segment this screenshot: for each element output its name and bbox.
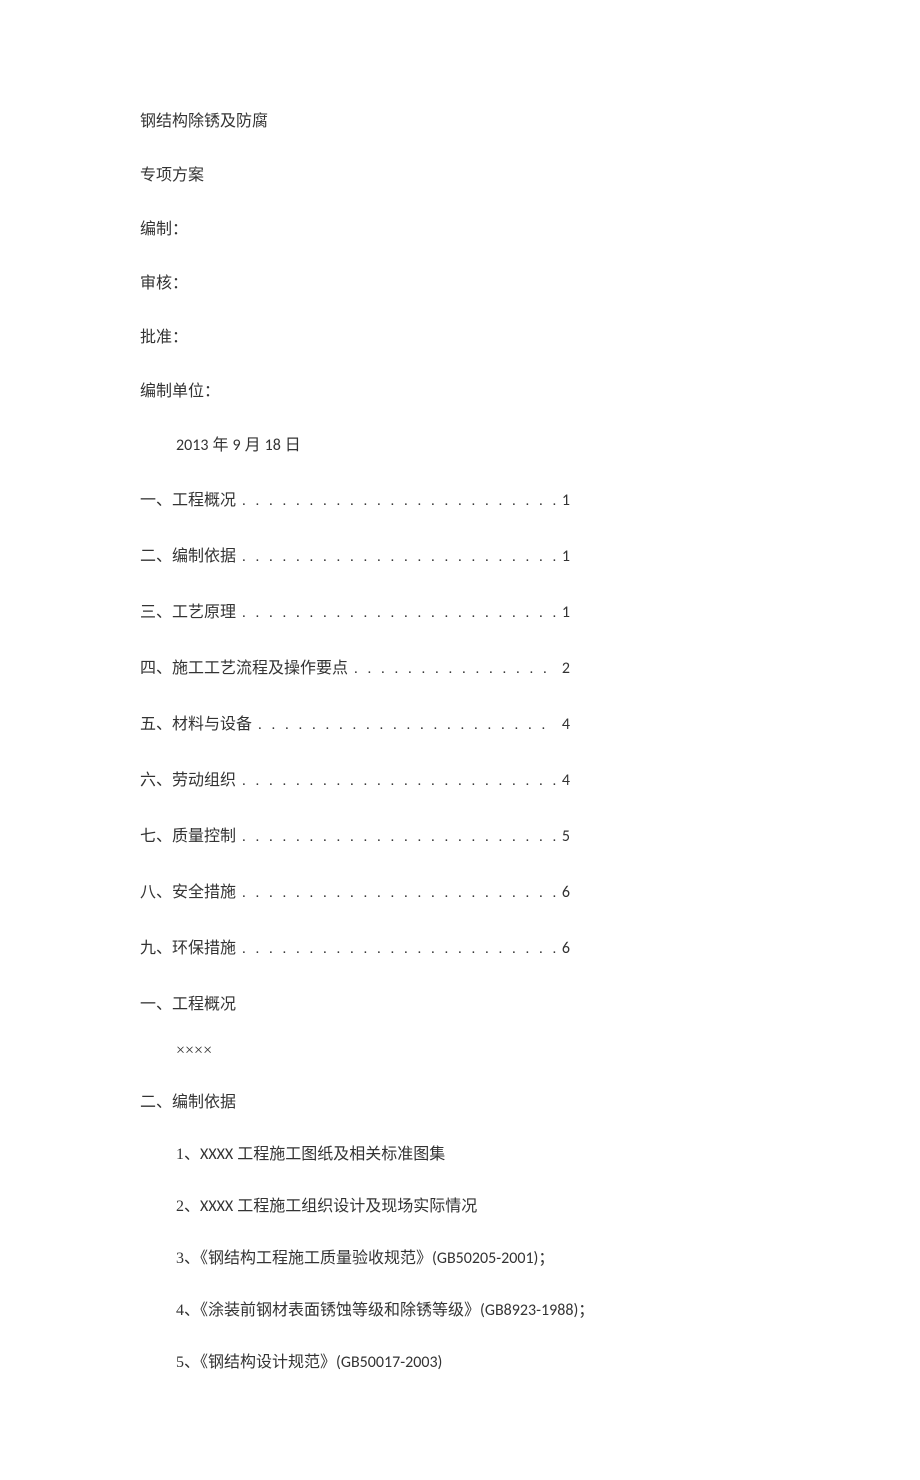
- toc-label: 六、劳动组织: [140, 766, 242, 790]
- toc-page: 4: [556, 715, 570, 734]
- toc-label: 二、编制依据: [140, 542, 242, 566]
- toc-entry: 一、工程概况 1: [140, 486, 570, 510]
- document-page: 钢结构除锈及防腐 专项方案 编制： 审核： 批准： 编制单位： 2013 年 9…: [0, 0, 920, 1480]
- toc-dots: [242, 829, 556, 846]
- toc-page: 1: [556, 491, 570, 510]
- date-day: 18: [265, 436, 281, 455]
- toc-label: 八、安全措施: [140, 878, 242, 902]
- toc-label: 一、工程概况: [140, 486, 242, 510]
- date-month: 9: [232, 436, 240, 455]
- toc-label: 五、材料与设备: [140, 710, 258, 734]
- toc-dots: [242, 493, 556, 510]
- toc-label: 九、环保措施: [140, 934, 242, 958]
- toc-dots: [242, 885, 556, 902]
- toc-dots: [242, 605, 556, 622]
- basis-item: 4、《涂装前钢材表面锈蚀等级和除锈等级》(GB8923-1988)；: [176, 1296, 780, 1320]
- toc-page: 6: [556, 939, 570, 958]
- toc-dots: [242, 773, 556, 790]
- section-head-2: 二、编制依据: [140, 1088, 780, 1112]
- toc-page: 4: [556, 771, 570, 790]
- toc-label: 七、质量控制: [140, 822, 242, 846]
- toc-page: 1: [556, 547, 570, 566]
- toc-dots: [242, 941, 556, 958]
- reviewed-by-label: 审核：: [140, 272, 780, 296]
- toc-page: 2: [556, 659, 570, 678]
- basis-item: 1、XXXX 工程施工图纸及相关标准图集: [176, 1140, 780, 1164]
- section-head-1: 一、工程概况: [140, 990, 780, 1014]
- doc-date: 2013 年 9 月 18 日: [176, 434, 780, 458]
- toc-page: 1: [556, 603, 570, 622]
- toc-entry: 七、质量控制 5: [140, 822, 570, 846]
- doc-title: 钢结构除锈及防腐: [140, 110, 780, 134]
- toc-page: 5: [556, 827, 570, 846]
- toc-entry: 五、材料与设备 4: [140, 710, 570, 734]
- toc-label: 四、施工工艺流程及操作要点: [140, 654, 354, 678]
- toc-dots: [242, 549, 556, 566]
- toc-dots: [258, 717, 556, 734]
- doc-subtitle: 专项方案: [140, 164, 780, 188]
- toc-entry: 六、劳动组织 4: [140, 766, 570, 790]
- toc-dots: [354, 661, 556, 678]
- toc-label: 三、工艺原理: [140, 598, 242, 622]
- compiled-unit-label: 编制单位：: [140, 380, 780, 404]
- toc-entry: 八、安全措施 6: [140, 878, 570, 902]
- section-body-1: ××××: [176, 1042, 780, 1060]
- basis-item: 2、XXXX 工程施工组织设计及现场实际情况: [176, 1192, 780, 1216]
- toc-entry: 二、编制依据 1: [140, 542, 570, 566]
- toc-page: 6: [556, 883, 570, 902]
- toc-entry: 九、环保措施 6: [140, 934, 570, 958]
- basis-item: 3、《钢结构工程施工质量验收规范》(GB50205-2001)；: [176, 1244, 780, 1268]
- date-year: 2013: [176, 436, 208, 455]
- toc-entry: 三、工艺原理 1: [140, 598, 570, 622]
- approved-by-label: 批准：: [140, 326, 780, 350]
- compiled-by-label: 编制：: [140, 218, 780, 242]
- basis-item: 5、《钢结构设计规范》(GB50017-2003): [176, 1348, 780, 1372]
- toc-entry: 四、施工工艺流程及操作要点 2: [140, 654, 570, 678]
